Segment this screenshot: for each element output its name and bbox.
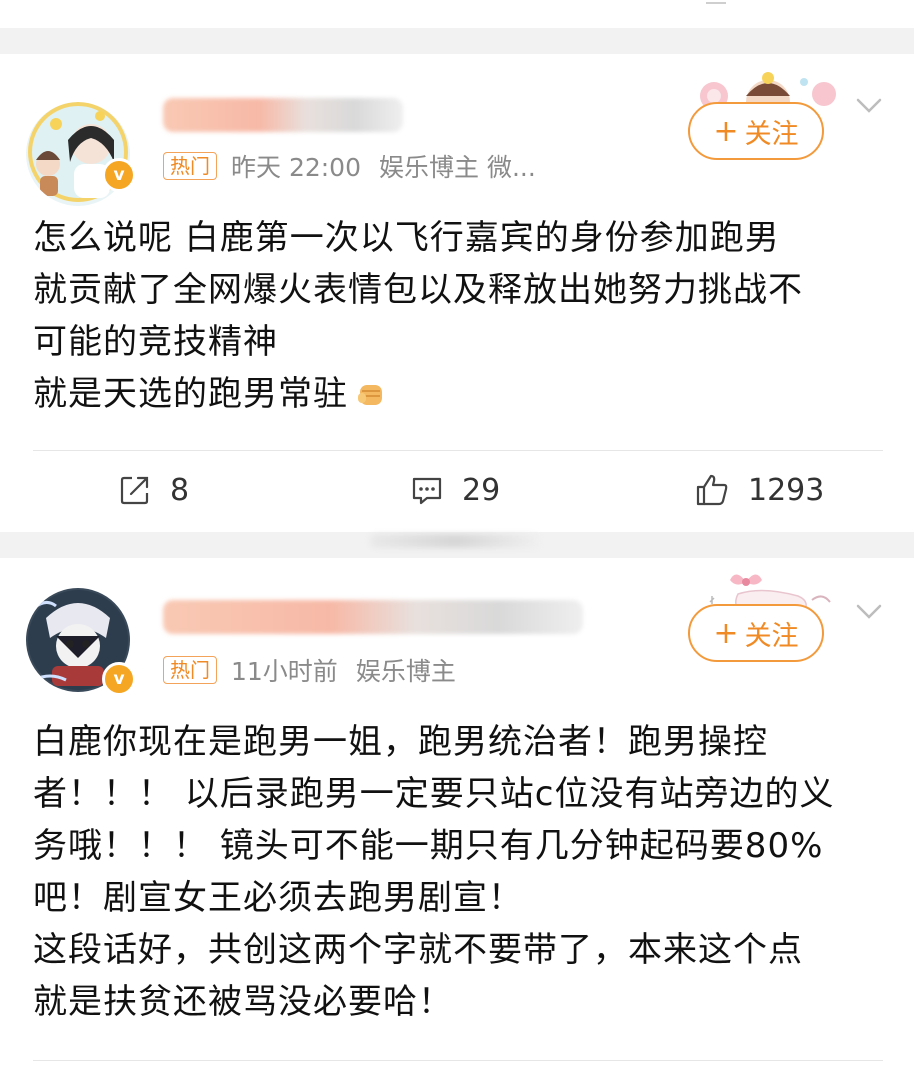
post-content: 怎么说呢 白鹿第一次以飞行嘉宾的身份参加跑男 就贡献了全网爆火表情包以及释放出她… xyxy=(33,212,883,420)
hot-badge: 热门 xyxy=(163,656,217,684)
comment-count: 29 xyxy=(462,472,501,508)
like-button[interactable]: 1293 xyxy=(694,460,824,520)
post-card: v 热门 11小时前 娱乐博主 + 关注 白鹿你现在是跑男一姐，跑男统治者！跑男… xyxy=(0,558,914,1080)
verified-badge: v xyxy=(102,158,136,192)
comment-button[interactable]: 29 xyxy=(410,460,500,520)
follow-label: 关注 xyxy=(744,118,799,150)
content-line: 就是扶贫还被骂没必要哈！ xyxy=(33,982,453,1022)
post-time: 11小时前 xyxy=(231,657,338,686)
chevron-down-icon[interactable] xyxy=(856,604,882,624)
post-source: 娱乐博主 微... xyxy=(379,153,536,182)
plus-icon: + xyxy=(713,615,739,651)
content-line: 怎么说呢 白鹿第一次以飞行嘉宾的身份参加跑男 xyxy=(33,218,780,258)
repost-icon xyxy=(120,476,149,505)
feed-gap xyxy=(0,28,914,54)
plus-icon: + xyxy=(713,113,739,149)
follow-button[interactable]: + 关注 xyxy=(688,102,824,160)
verified-badge: v xyxy=(102,662,136,696)
divider xyxy=(33,450,883,451)
follow-label: 关注 xyxy=(744,620,799,652)
content-line: 可能的竞技精神 xyxy=(33,322,278,362)
top-strip xyxy=(0,0,914,28)
top-remnant-icon xyxy=(706,0,726,4)
post-time: 昨天 22:00 xyxy=(231,153,361,182)
content-line: 白鹿你现在是跑男一姐，跑男统治者！跑男操控 xyxy=(33,722,768,762)
hot-badge: 热门 xyxy=(163,152,217,180)
username-blurred[interactable] xyxy=(163,98,403,132)
post-meta: 热门 11小时前 娱乐博主 xyxy=(163,654,456,686)
post-source: 娱乐博主 xyxy=(355,657,456,686)
follow-button[interactable]: + 关注 xyxy=(688,604,824,662)
like-count: 1293 xyxy=(748,472,825,508)
content-line: 者！！！ 以后录跑男一定要只站c位没有站旁边的义 xyxy=(33,774,835,814)
username-blurred[interactable] xyxy=(163,600,583,634)
content-line: 吧！剧宣女王必须去跑男剧宣！ xyxy=(33,878,523,918)
content-line: 务哦！！！ 镜头可不能一期只有几分钟起码要80% xyxy=(33,826,824,866)
blurred-remnant xyxy=(370,534,540,548)
like-icon xyxy=(696,474,728,506)
comment-icon xyxy=(412,477,442,505)
content-line: 这段话好，共创这两个字就不要带了，本来这个点 xyxy=(33,930,803,970)
top-remnant-icon xyxy=(416,0,436,2)
post-meta: 热门 昨天 22:00 娱乐博主 微... xyxy=(163,150,536,182)
action-bar: 8 29 1293 xyxy=(0,460,914,520)
post-card: v 热门 昨天 22:00 娱乐博主 微... + 关注 怎么说呢 白鹿第一次以… xyxy=(0,54,914,532)
repost-count: 8 xyxy=(170,472,190,508)
content-line: 就是天选的跑男常驻 xyxy=(33,368,883,420)
divider xyxy=(33,1060,883,1061)
repost-button[interactable]: 8 xyxy=(118,460,189,520)
chevron-down-icon[interactable] xyxy=(856,98,882,118)
post-content: 白鹿你现在是跑男一姐，跑男统治者！跑男操控 者！！！ 以后录跑男一定要只站c位没… xyxy=(33,716,883,1028)
fist-emoji-icon xyxy=(354,374,388,408)
content-line: 就贡献了全网爆火表情包以及释放出她努力挑战不 xyxy=(33,270,803,310)
